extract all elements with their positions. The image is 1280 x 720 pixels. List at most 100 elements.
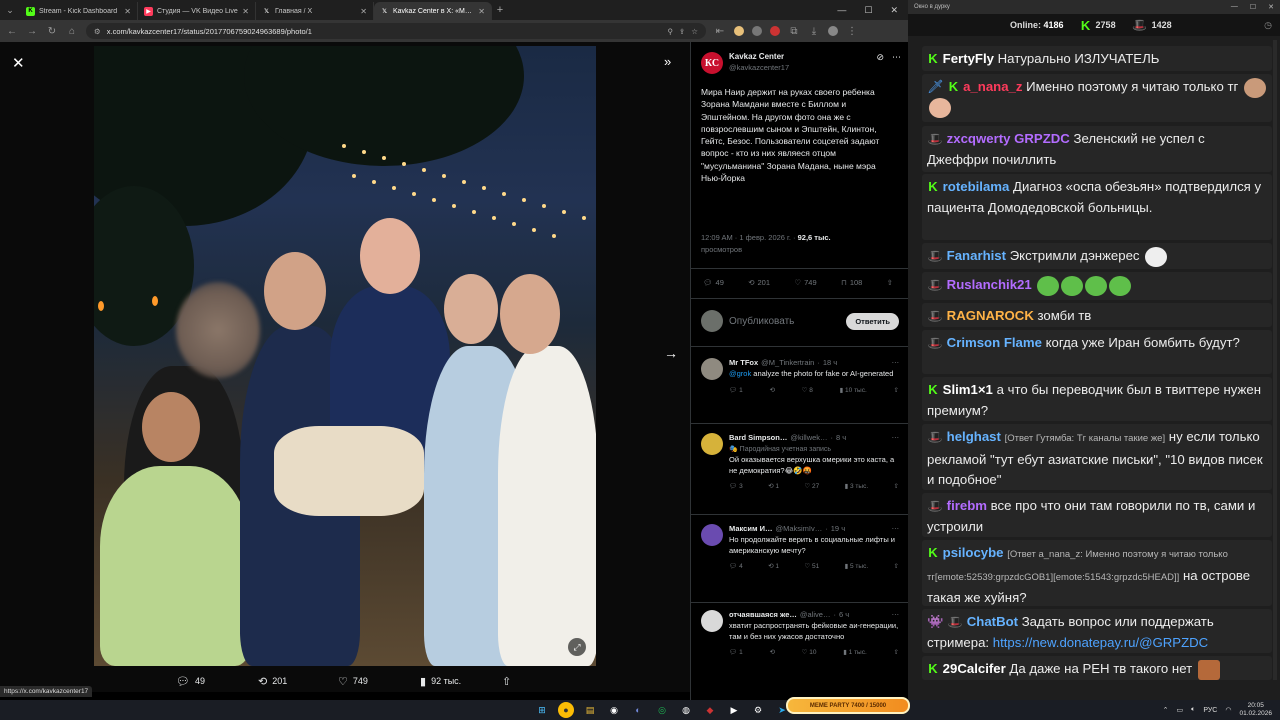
chat-username[interactable]: FertyFly xyxy=(943,51,994,66)
reply-button[interactable]: 💬︎ 1 xyxy=(729,648,743,656)
chat-scrollbar[interactable] xyxy=(1273,40,1277,680)
tab-close-icon[interactable]: ✕ xyxy=(360,7,367,16)
app-icon[interactable]: ⚙ xyxy=(750,702,766,718)
wifi-icon[interactable]: ◠ xyxy=(1225,706,1231,714)
extension-icon[interactable] xyxy=(734,26,744,36)
chat-username[interactable]: rotebilama xyxy=(943,179,1010,194)
menu-icon[interactable]: ⋮ xyxy=(846,26,858,37)
clock[interactable]: 20:05 01.02.2026 xyxy=(1239,702,1272,718)
next-photo-icon[interactable]: → xyxy=(664,345,678,361)
comment-author[interactable]: Mr TFox xyxy=(729,358,758,367)
reply-button[interactable]: 💬︎ 4 xyxy=(729,562,743,570)
extension-icon[interactable] xyxy=(752,26,762,36)
comment-author[interactable]: отчаявшаяся же… xyxy=(729,610,797,619)
extension-icon[interactable] xyxy=(770,26,780,36)
close-window-icon[interactable]: ✕ xyxy=(1268,3,1274,11)
expand-photo-icon[interactable]: ⤢ xyxy=(568,638,586,656)
download-icon[interactable]: ⤓ xyxy=(808,26,820,37)
collapse-panel-icon[interactable]: » xyxy=(664,54,671,69)
comment-avatar[interactable] xyxy=(701,524,723,546)
url-input[interactable]: ⚙ x.com/kavkazcenter17/status/2017706759… xyxy=(86,23,706,39)
reply-button[interactable]: 💬︎ 3 xyxy=(729,482,743,490)
network-icon[interactable]: ▭ xyxy=(1176,706,1183,714)
more-icon[interactable]: ⋯ xyxy=(892,358,900,367)
reply-button[interactable]: 💬︎ 1 xyxy=(729,386,743,394)
chat-username[interactable]: zxcqwerty xyxy=(947,131,1011,146)
views-button[interactable]: ▮ 10 тыс. xyxy=(840,386,867,394)
share-icon[interactable]: ⇧ xyxy=(894,562,899,570)
repost-button[interactable]: ⟲ 1 xyxy=(768,562,779,570)
tweet-photo[interactable]: ⤢ xyxy=(94,46,596,666)
share-button[interactable]: ⇧ xyxy=(887,278,893,287)
reply-button[interactable]: 💬︎ 49 xyxy=(703,278,724,287)
profile-avatar[interactable] xyxy=(828,26,838,36)
comment-author[interactable]: Максим И… xyxy=(729,524,772,533)
tab-close-icon[interactable]: ✕ xyxy=(478,7,485,16)
tweet-time[interactable]: 12:09 AM · 1 февр. 2026 г. · xyxy=(701,233,798,242)
bookmark-button[interactable]: ⊓ 108 xyxy=(841,278,862,287)
tab-x-home[interactable]: 𝕏 Главная / X ✕ xyxy=(256,2,374,20)
steam-icon[interactable]: ◉ xyxy=(606,702,622,718)
chrome-icon[interactable]: ● xyxy=(558,702,574,718)
share-icon[interactable]: ⇧ xyxy=(894,648,899,656)
chat-username[interactable]: helghast xyxy=(947,429,1001,444)
windows-start-icon[interactable]: ⊞ xyxy=(534,702,550,718)
more-icon[interactable]: ⋯ xyxy=(892,52,901,74)
tray-chevron-icon[interactable]: ⌃ xyxy=(1163,706,1169,714)
repost-button[interactable]: ⟲ 1 xyxy=(768,482,779,490)
new-tab-icon[interactable]: + xyxy=(492,4,508,16)
reload-icon[interactable]: ↻ xyxy=(46,26,58,37)
reply-submit-button[interactable]: Ответить xyxy=(846,312,899,330)
chat-username[interactable]: Fanarhist xyxy=(947,248,1006,263)
clock-icon[interactable]: ◷ xyxy=(1264,20,1272,31)
chat-username[interactable]: psilocybe xyxy=(943,545,1004,560)
views-button[interactable]: ▮ 92 тыс. xyxy=(420,675,461,688)
repost-button[interactable]: ⟲ 201 xyxy=(748,278,770,287)
author-handle[interactable]: @kavkazcenter17 xyxy=(729,63,789,72)
like-button[interactable]: ♡ 10 xyxy=(802,648,817,656)
language-indicator[interactable]: РУС xyxy=(1203,707,1217,714)
comment-avatar[interactable] xyxy=(701,433,723,455)
share-icon[interactable]: ⇪ xyxy=(679,27,685,36)
views-button[interactable]: ▮ 5 тыс. xyxy=(845,562,869,570)
reply-input[interactable]: Опубликовать xyxy=(729,316,840,327)
tab-close-icon[interactable]: ✕ xyxy=(242,7,249,16)
home-icon[interactable]: ⌂ xyxy=(66,26,78,37)
grok-icon[interactable]: ⊘ xyxy=(876,52,884,74)
repost-button[interactable]: ⟲ 201 xyxy=(258,675,287,688)
comment-author[interactable]: Bard Simpson… xyxy=(729,433,787,442)
chat-username[interactable]: a_nana_z xyxy=(963,79,1022,94)
spotify-icon[interactable]: ◎ xyxy=(654,702,670,718)
site-info-icon[interactable]: ⚙ xyxy=(94,27,101,36)
chat-username[interactable]: ChatBot xyxy=(967,614,1018,629)
tab-kick[interactable]: K Stream - Kick Dashboard ✕ xyxy=(20,2,138,20)
views-button[interactable]: ▮ 3 тыс. xyxy=(845,482,869,490)
like-button[interactable]: ♡ 51 xyxy=(804,562,819,570)
like-button[interactable]: ♡ 8 xyxy=(802,386,813,394)
chat-username[interactable]: RAGNAROCK xyxy=(947,308,1034,323)
like-button[interactable]: ♡ 749 xyxy=(338,675,368,688)
discord-icon[interactable]: ◐ xyxy=(630,702,646,718)
bookmark-star-icon[interactable]: ☆ xyxy=(691,27,698,36)
tab-vk[interactable]: ▶ Студия — VK Видео Live ✕ xyxy=(138,2,256,20)
author-name[interactable]: Kavkaz Center xyxy=(729,52,789,61)
tab-close-icon[interactable]: ✕ xyxy=(124,7,131,16)
obs-icon[interactable]: ◍ xyxy=(678,702,694,718)
like-button[interactable]: ♡ 749 xyxy=(794,278,816,287)
reply-button[interactable]: 💬︎ 49 xyxy=(176,675,205,688)
minimize-icon[interactable]: — xyxy=(837,5,846,16)
close-icon[interactable]: ✕ xyxy=(12,54,25,72)
comment-avatar[interactable] xyxy=(701,610,723,632)
views-button[interactable]: ▮ 1 тыс. xyxy=(843,648,867,656)
back-icon[interactable]: ← xyxy=(6,26,18,37)
zoom-icon[interactable]: ⚲ xyxy=(667,27,673,36)
split-icon[interactable]: ⇤ xyxy=(714,26,726,37)
chat-mention[interactable]: GRPZDC xyxy=(1014,131,1070,146)
tab-search-icon[interactable]: ⌄ xyxy=(0,0,20,20)
tab-x-tweet[interactable]: 𝕏 Kavkaz Center в X: «Мира Наи… ✕ xyxy=(374,2,492,20)
close-window-icon[interactable]: ✕ xyxy=(890,5,898,16)
author-avatar[interactable]: КС xyxy=(701,52,723,74)
app-icon[interactable]: ◆ xyxy=(702,702,718,718)
chat-username[interactable]: Ruslanchik21 xyxy=(947,277,1032,292)
mention-link[interactable]: @grok xyxy=(729,369,751,378)
